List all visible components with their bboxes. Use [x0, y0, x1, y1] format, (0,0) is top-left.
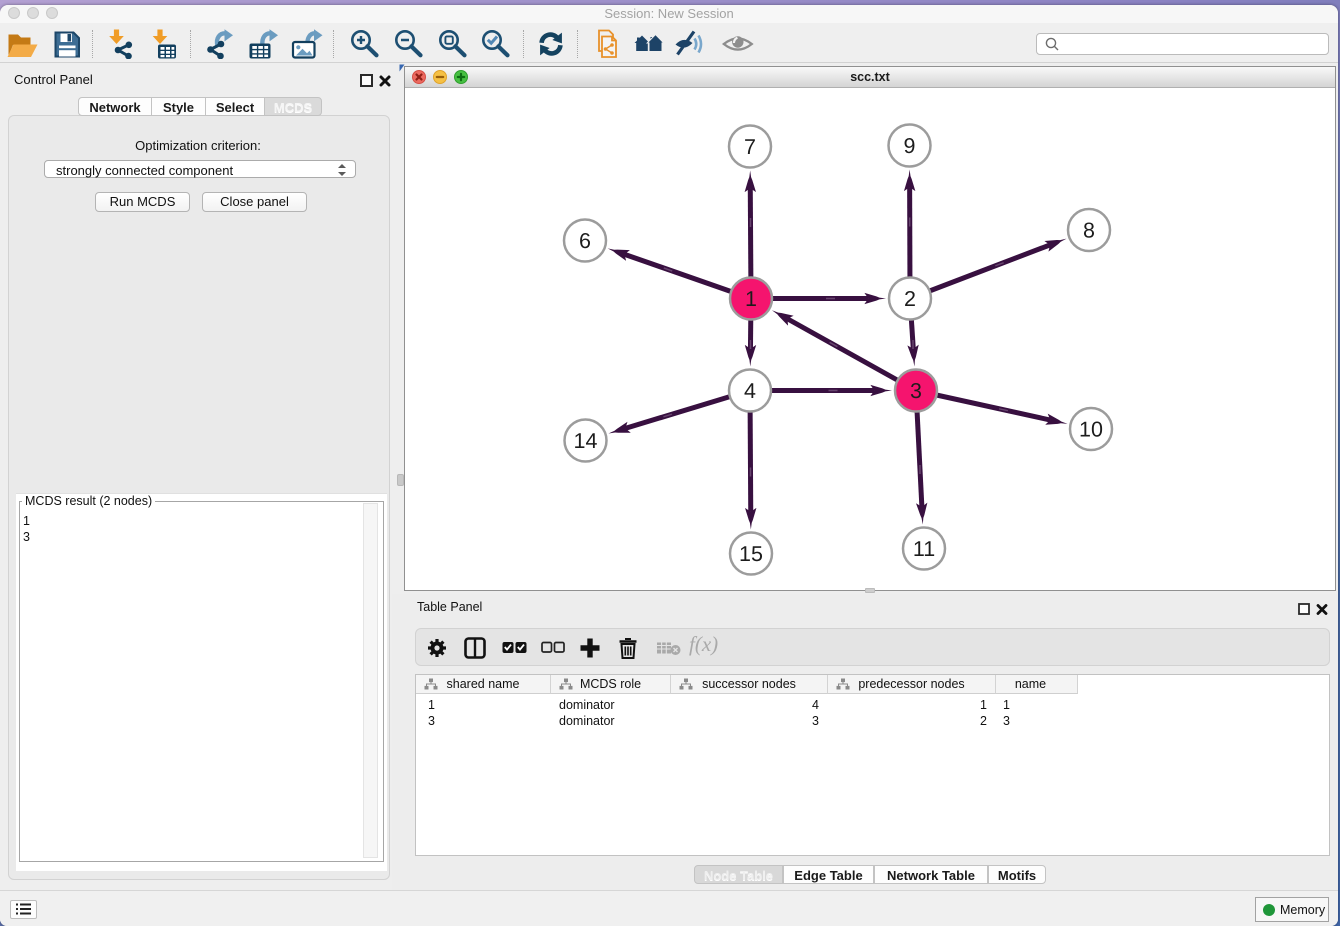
svg-text:15: 15	[739, 542, 763, 566]
svg-text:2: 2	[904, 287, 916, 311]
svg-text:10: 10	[1079, 418, 1103, 442]
svg-text:4: 4	[744, 379, 756, 403]
svg-text:11: 11	[913, 537, 935, 561]
svg-text:7: 7	[744, 135, 756, 159]
svg-text:14: 14	[574, 429, 598, 453]
svg-text:9: 9	[904, 134, 916, 158]
svg-text:8: 8	[1083, 219, 1095, 243]
svg-text:6: 6	[579, 229, 591, 253]
svg-text:1: 1	[745, 287, 757, 311]
svg-text:3: 3	[910, 379, 922, 403]
